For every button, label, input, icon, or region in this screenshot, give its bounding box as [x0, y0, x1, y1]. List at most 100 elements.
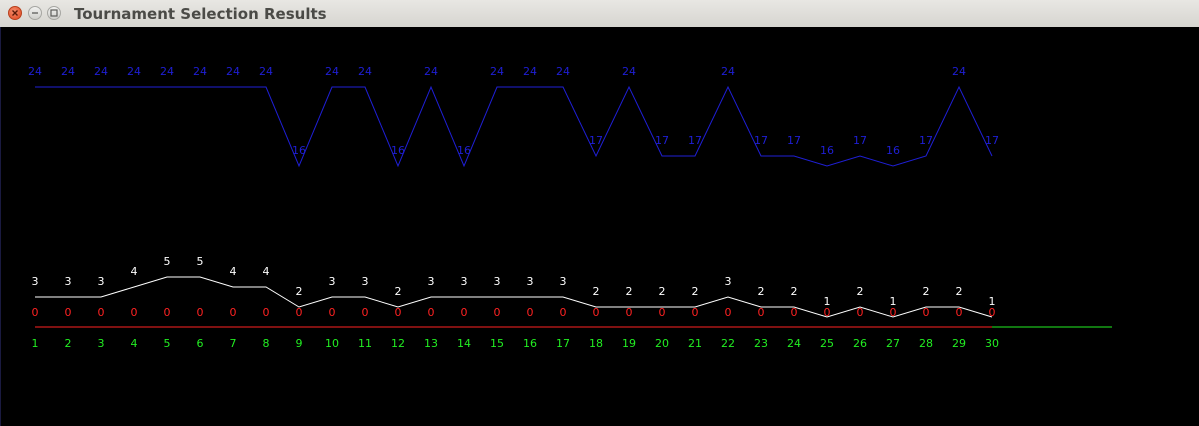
series-1-data-label: 17 — [919, 134, 933, 147]
series-3-data-label: 0 — [329, 306, 336, 319]
series-3-data-label: 0 — [923, 306, 930, 319]
x-tick-label: 21 — [688, 337, 702, 350]
x-tick-label: 29 — [952, 337, 966, 350]
x-tick-label: 11 — [358, 337, 372, 350]
series-1-data-label: 17 — [985, 134, 999, 147]
x-tick-label: 4 — [131, 337, 138, 350]
series-2-data-label: 2 — [626, 285, 633, 298]
close-icon — [12, 10, 18, 16]
series-3-data-label: 0 — [197, 306, 204, 319]
series-2-data-label: 2 — [923, 285, 930, 298]
series-3-data-label: 0 — [527, 306, 534, 319]
series-1-data-label: 16 — [292, 144, 306, 157]
series-2-data-label: 3 — [98, 275, 105, 288]
series-1-data-label: 17 — [688, 134, 702, 147]
x-tick-label: 26 — [853, 337, 867, 350]
series-1-data-label: 17 — [589, 134, 603, 147]
series-2-data-label: 5 — [197, 255, 204, 268]
series-1-data-label: 24 — [94, 65, 108, 78]
series-1-data-label: 17 — [754, 134, 768, 147]
series-3-data-label: 0 — [494, 306, 501, 319]
series-1-data-label: 24 — [61, 65, 75, 78]
x-tick-label: 7 — [230, 337, 237, 350]
series-2-data-label: 2 — [791, 285, 798, 298]
x-tick-label: 13 — [424, 337, 438, 350]
series-1-data-label: 17 — [655, 134, 669, 147]
series-3-data-label: 0 — [956, 306, 963, 319]
series-2-data-label: 2 — [857, 285, 864, 298]
x-tick-label: 27 — [886, 337, 900, 350]
x-tick-label: 17 — [556, 337, 570, 350]
x-tick-label: 3 — [98, 337, 105, 350]
x-tick-label: 18 — [589, 337, 603, 350]
series-1-data-label: 16 — [886, 144, 900, 157]
series-1-data-label: 24 — [193, 65, 207, 78]
series-1-data-label: 24 — [556, 65, 570, 78]
x-tick-label: 30 — [985, 337, 999, 350]
series-3-data-label: 0 — [65, 306, 72, 319]
series-3-data-label: 0 — [230, 306, 237, 319]
series-2-data-label: 3 — [560, 275, 567, 288]
title-bar: Tournament Selection Results — [0, 0, 1199, 28]
series-2-data-label: 3 — [461, 275, 468, 288]
x-tick-label: 6 — [197, 337, 204, 350]
series-3-data-label: 0 — [395, 306, 402, 319]
series-2-data-label: 3 — [494, 275, 501, 288]
series-1-data-label: 24 — [622, 65, 636, 78]
x-tick-label: 28 — [919, 337, 933, 350]
x-tick-label: 15 — [490, 337, 504, 350]
series-3-data-label: 0 — [824, 306, 831, 319]
series-3-data-label: 0 — [98, 306, 105, 319]
x-tick-label: 19 — [622, 337, 636, 350]
series-2-data-label: 2 — [956, 285, 963, 298]
series-3-data-label: 0 — [362, 306, 369, 319]
series-3-data-label: 0 — [791, 306, 798, 319]
series-3-data-label: 0 — [626, 306, 633, 319]
series-3-data-label: 0 — [725, 306, 732, 319]
series-1-data-label: 16 — [457, 144, 471, 157]
tournament-chart: 24 24 24 24 24 24 24 241624 2416241624 24 24172417… — [0, 27, 1112, 426]
series-1-data-label: 24 — [721, 65, 735, 78]
x-tick-label: 12 — [391, 337, 405, 350]
x-tick-label: 23 — [754, 337, 768, 350]
maximize-icon — [50, 9, 58, 17]
series-3-data-label: 0 — [989, 306, 996, 319]
x-tick-label: 22 — [721, 337, 735, 350]
series-2-data-label: 3 — [428, 275, 435, 288]
series-1-line — [35, 85, 993, 168]
x-tick-label: 8 — [263, 337, 270, 350]
close-window-button[interactable] — [8, 6, 22, 20]
x-tick-label: 14 — [457, 337, 471, 350]
series-3-data-label: 0 — [263, 306, 270, 319]
series-2-data-label: 4 — [230, 265, 237, 278]
series-2-data-label: 2 — [659, 285, 666, 298]
series-2-data-label: 3 — [32, 275, 39, 288]
minimize-window-button[interactable] — [28, 6, 42, 20]
x-tick-label: 24 — [787, 337, 801, 350]
series-1-data-label: 24 — [952, 65, 966, 78]
series-3-data-label: 0 — [758, 306, 765, 319]
series-2-data-label: 3 — [65, 275, 72, 288]
series-2-data-label: 4 — [263, 265, 270, 278]
minimize-icon — [32, 12, 38, 14]
x-tick-label: 9 — [296, 337, 303, 350]
series-2-data-label: 3 — [527, 275, 534, 288]
series-2-data-label: 2 — [296, 285, 303, 298]
x-tick-label: 25 — [820, 337, 834, 350]
series-1-data-label: 17 — [787, 134, 801, 147]
series-1-data-label: 16 — [820, 144, 834, 157]
series-3-data-label: 0 — [131, 306, 138, 319]
series-1-data-label: 24 — [259, 65, 273, 78]
series-3-data-label: 0 — [32, 306, 39, 319]
series-3-data-label: 0 — [593, 306, 600, 319]
series-2-data-label: 2 — [395, 285, 402, 298]
maximize-window-button[interactable] — [47, 6, 61, 20]
series-2-data-label: 2 — [758, 285, 765, 298]
series-2-data-label: 3 — [362, 275, 369, 288]
series-1-data-label: 24 — [424, 65, 438, 78]
series-2-data-label: 3 — [725, 275, 732, 288]
series-3-data-label: 0 — [296, 306, 303, 319]
series-1-data-label: 16 — [391, 144, 405, 157]
series-1-data-label: 24 — [127, 65, 141, 78]
series-1-data-label: 24 — [226, 65, 240, 78]
